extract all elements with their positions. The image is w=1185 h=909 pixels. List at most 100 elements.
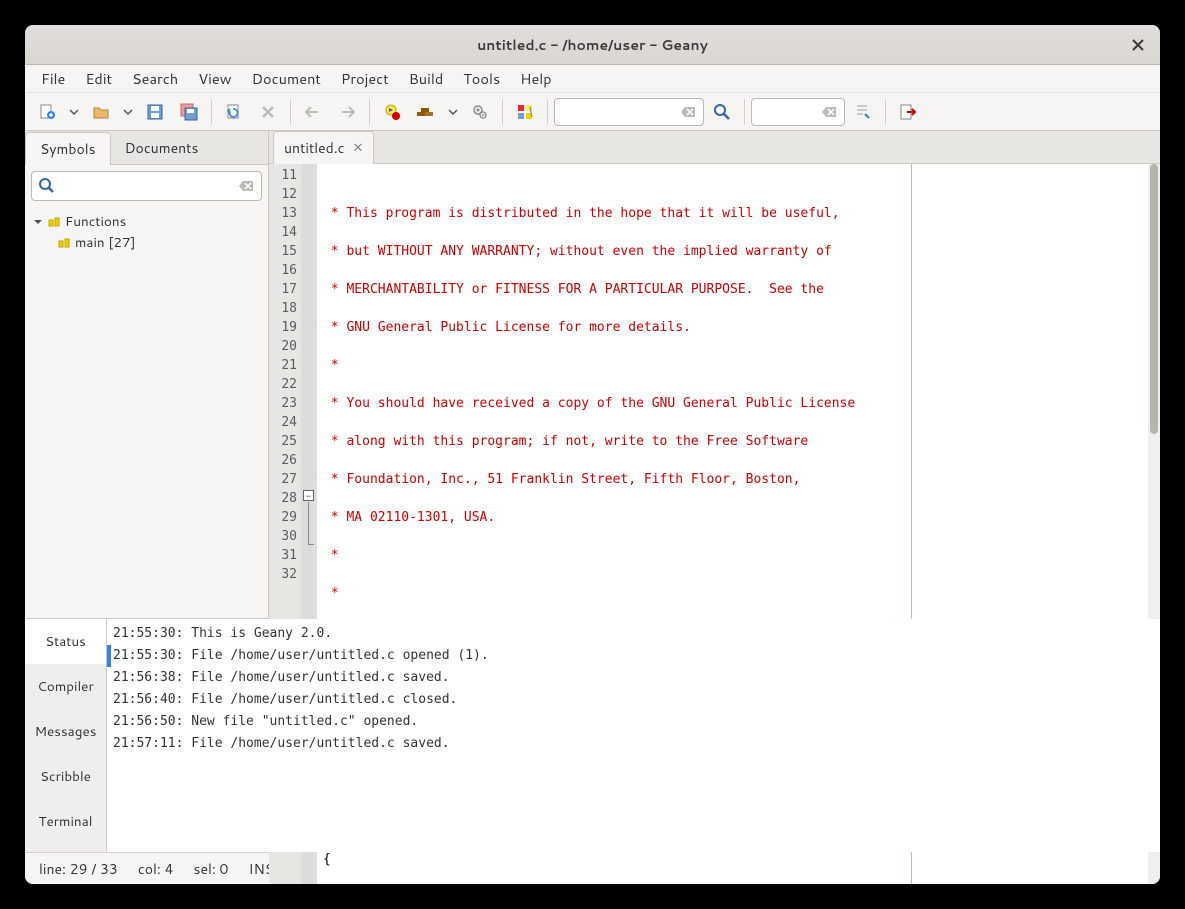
msg-tab-messages[interactable]: Messages	[25, 709, 106, 754]
menu-document[interactable]: Document	[244, 64, 329, 93]
build-dropdown[interactable]	[444, 97, 462, 127]
tree-symbol-main[interactable]: main [27]	[33, 232, 260, 253]
chevron-down-icon	[123, 107, 133, 117]
toolbar	[25, 93, 1160, 131]
quit-button[interactable]	[892, 97, 924, 127]
save-icon	[146, 103, 164, 121]
status-col: col: 4	[138, 859, 174, 879]
status-message[interactable]: 21:57:11: File /home/user/untitled.c sav…	[113, 733, 1154, 755]
scrollbar-thumb[interactable]	[1150, 164, 1158, 434]
main-area: Symbols Documents Functions main [27]	[25, 131, 1160, 618]
code-line: * You should have received a copy of the…	[323, 394, 1160, 413]
status-message[interactable]: 21:56:40: File /home/user/untitled.c clo…	[113, 689, 1154, 711]
nav-fwd-button[interactable]	[331, 97, 363, 127]
status-message[interactable]: 21:56:50: New file "untitled.c" opened.	[113, 711, 1154, 733]
tree-expander-icon[interactable]	[33, 217, 43, 227]
code-line: {	[323, 850, 1160, 869]
code-line: * Foundation, Inc., 51 Franklin Street, …	[323, 470, 1160, 489]
status-message[interactable]: 21:56:38: File /home/user/untitled.c sav…	[113, 667, 1154, 689]
chevron-down-icon	[69, 107, 79, 117]
goto-line-button[interactable]	[847, 97, 879, 127]
new-file-button[interactable]	[31, 97, 63, 127]
compile-button[interactable]	[376, 97, 408, 127]
menu-help[interactable]: Help	[512, 64, 559, 93]
editor-area: untitled.c ✕ 111213141516171819202122232…	[269, 131, 1160, 618]
menu-view[interactable]: View	[190, 64, 239, 93]
menu-project[interactable]: Project	[333, 64, 397, 93]
gears-icon	[471, 103, 489, 121]
save-button[interactable]	[139, 97, 171, 127]
clear-search-icon[interactable]	[681, 105, 697, 119]
build-button[interactable]	[410, 97, 442, 127]
sidebar-tab-symbols[interactable]: Symbols	[25, 132, 111, 165]
menu-build[interactable]: Build	[401, 64, 452, 93]
tree-symbol-main-label: main [27]	[75, 233, 136, 252]
geany-window: untitled.c - /home/user - Geany File Edi…	[25, 25, 1160, 884]
revert-button[interactable]	[218, 97, 250, 127]
save-all-icon	[180, 103, 198, 121]
status-line: line: 29 / 33	[39, 859, 118, 879]
execute-button[interactable]	[464, 97, 496, 127]
msg-tab-status[interactable]: Status	[25, 619, 106, 664]
quit-icon	[899, 103, 917, 121]
tree-functions-label: Functions	[65, 212, 126, 231]
search-icon	[712, 102, 732, 122]
message-window: Status Compiler Messages Scribble Termin…	[25, 618, 1160, 852]
code-line: * This program is distributed in the hop…	[323, 204, 1160, 223]
function-icon	[57, 237, 71, 249]
nav-fwd-icon	[338, 105, 356, 119]
editor-tab-label: untitled.c	[284, 138, 345, 158]
toolbar-separator	[502, 99, 503, 125]
color-chooser-button[interactable]	[509, 97, 541, 127]
new-file-dropdown[interactable]	[65, 97, 83, 127]
toolbar-separator	[211, 99, 212, 125]
menu-edit[interactable]: Edit	[77, 64, 120, 93]
close-file-icon	[261, 105, 275, 119]
window-title: untitled.c - /home/user - Geany	[477, 35, 708, 55]
editor-tabbar: untitled.c ✕	[269, 131, 1160, 164]
sidebar: Symbols Documents Functions main [27]	[25, 131, 269, 618]
code-line: * along with this program; if not, write…	[323, 432, 1160, 451]
search-field[interactable]	[554, 98, 704, 126]
code-line: * but WITHOUT ANY WARRANTY; without even…	[323, 242, 1160, 261]
symbol-search-input[interactable]	[31, 171, 262, 201]
code-line: *	[323, 546, 1160, 565]
sidebar-tab-documents[interactable]: Documents	[111, 132, 213, 164]
sidebar-tabs: Symbols Documents	[25, 131, 268, 165]
message-tabs: Status Compiler Messages Scribble Termin…	[25, 619, 107, 852]
nav-back-icon	[304, 105, 322, 119]
status-messages[interactable]: 21:55:30: This is Geany 2.0. 21:55:30: F…	[107, 619, 1160, 852]
code-line: * MA 02110-1301, USA.	[323, 508, 1160, 527]
menu-file[interactable]: File	[33, 64, 73, 93]
status-message[interactable]: 21:55:30: File /home/user/untitled.c ope…	[113, 645, 1154, 667]
nav-back-button[interactable]	[297, 97, 329, 127]
status-message[interactable]: 21:55:30: This is Geany 2.0.	[113, 623, 1154, 645]
clear-goto-icon[interactable]	[822, 105, 838, 119]
new-file-icon	[38, 103, 56, 121]
chevron-down-icon	[448, 107, 458, 117]
search-icon	[38, 177, 56, 195]
close-file-button[interactable]	[252, 97, 284, 127]
open-file-dropdown[interactable]	[119, 97, 137, 127]
msg-tab-scribble[interactable]: Scribble	[25, 754, 106, 799]
clear-symbol-search-icon[interactable]	[239, 179, 255, 193]
compile-icon	[383, 103, 401, 121]
menubar: File Edit Search View Document Project B…	[25, 65, 1160, 93]
editor-tab-untitled[interactable]: untitled.c ✕	[273, 131, 374, 164]
toolbar-separator	[885, 99, 886, 125]
toolbar-separator	[369, 99, 370, 125]
save-all-button[interactable]	[173, 97, 205, 127]
fold-toggle-main[interactable]: −	[303, 490, 314, 501]
tree-functions-node[interactable]: Functions	[33, 211, 260, 232]
msg-tab-terminal[interactable]: Terminal	[25, 799, 106, 844]
goto-line-field[interactable]	[751, 98, 845, 126]
functions-icon	[47, 216, 61, 228]
search-button[interactable]	[706, 97, 738, 127]
open-file-button[interactable]	[85, 97, 117, 127]
menu-search[interactable]: Search	[124, 64, 186, 93]
menu-tools[interactable]: Tools	[455, 64, 508, 93]
code-line: *	[323, 584, 1160, 603]
editor-tab-close-button[interactable]: ✕	[353, 139, 364, 157]
msg-tab-compiler[interactable]: Compiler	[25, 664, 106, 709]
window-close-button[interactable]	[1128, 35, 1148, 55]
